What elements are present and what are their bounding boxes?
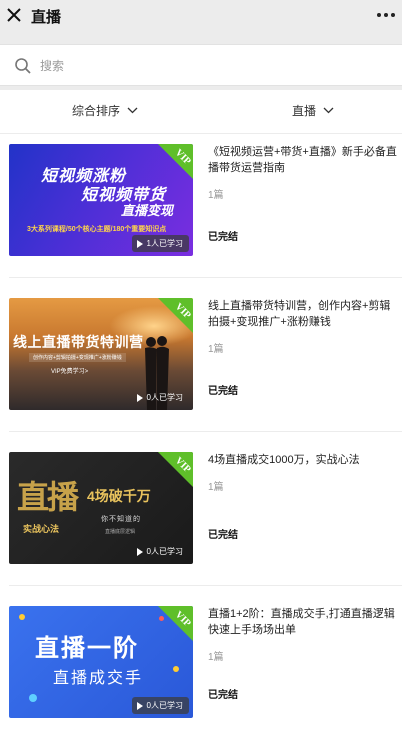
course-status: 已完结	[208, 690, 238, 701]
course-info: 线上直播带货特训营，创作内容+剪辑拍摄+变现推广+涨粉赚钱 1篇 已完结	[208, 298, 400, 410]
course-title[interactable]: 《短视频运营+带货+直播》新手必备直播带货运营指南	[208, 144, 400, 176]
learners-badge: 0人已学习	[132, 543, 189, 560]
course-title[interactable]: 4场直播成交1000万，实战心法	[208, 452, 400, 468]
course-count: 1篇	[208, 190, 224, 201]
play-icon	[136, 547, 143, 556]
course-thumbnail[interactable]: 直播 4场破千万 实战心法 你不知道的 直播底层逻辑 VIP 0人已学习	[9, 452, 193, 564]
learners-badge: 0人已学习	[131, 697, 189, 714]
sort-filter-dropdown[interactable]: 综合排序	[72, 102, 138, 119]
category-filter-dropdown[interactable]: 直播	[292, 102, 334, 119]
vip-badge: VIP	[158, 298, 193, 333]
learners-badge: 0人已学习	[132, 389, 189, 406]
learners-count: 0人已学习	[146, 393, 183, 402]
play-icon	[136, 701, 143, 710]
divider	[9, 431, 402, 432]
course-info: 4场直播成交1000万，实战心法 1篇 已完结	[208, 452, 400, 564]
sort-filter-label: 综合排序	[72, 104, 121, 118]
thumb-text: 线上直播带货特训营	[13, 334, 144, 350]
thumb-text: 直播底层逻辑	[105, 529, 136, 535]
course-item[interactable]: 直播 4场破千万 实战心法 你不知道的 直播底层逻辑 VIP 0人已学习 4场直…	[0, 452, 402, 582]
search-bar[interactable]	[0, 44, 402, 86]
course-status: 已完结	[208, 386, 238, 397]
close-icon[interactable]	[6, 6, 22, 24]
category-filter-label: 直播	[292, 104, 317, 118]
divider	[9, 277, 402, 278]
search-area	[0, 32, 402, 90]
more-options-icon[interactable]	[375, 8, 397, 22]
course-thumbnail[interactable]: 线上直播带货特训营 创作内容+剪辑拍摄+变现推广+涨粉赚钱 VIP免费学习> V…	[9, 298, 193, 410]
course-thumbnail[interactable]: 短视频涨粉 短视频带货 直播变现 3大系列课程/50个核心主题/180个重要知识…	[9, 144, 193, 256]
course-count: 1篇	[208, 344, 224, 355]
play-icon	[136, 393, 143, 402]
top-bar: 直播	[0, 0, 402, 32]
thumb-text: 直播变现	[121, 203, 174, 218]
course-info: 《短视频运营+带货+直播》新手必备直播带货运营指南 1篇 已完结	[208, 144, 400, 256]
thumb-text: 直播一阶	[35, 635, 139, 662]
thumb-text: VIP免费学习>	[51, 369, 89, 375]
course-item[interactable]: 线上直播带货特训营 创作内容+剪辑拍摄+变现推广+涨粉赚钱 VIP免费学习> V…	[0, 298, 402, 428]
chevron-down-icon	[323, 107, 334, 114]
course-item[interactable]: 短视频涨粉 短视频带货 直播变现 3大系列课程/50个核心主题/180个重要知识…	[0, 144, 402, 274]
vip-badge: VIP	[158, 452, 193, 487]
course-status: 已完结	[208, 530, 238, 541]
course-title[interactable]: 直播1+2阶：直播成交手,打通直播逻辑快速上手场场出单	[208, 606, 400, 638]
learners-count: 1人已学习	[146, 239, 183, 248]
thumb-text: 创作内容+剪辑拍摄+变现推广+涨粉赚钱	[29, 353, 126, 362]
learners-count: 0人已学习	[146, 547, 183, 556]
thumb-text: 直播成交手	[53, 670, 144, 687]
course-thumbnail[interactable]: 直播一阶 直播成交手 VIP 0人已学习	[9, 606, 193, 718]
decor-dot	[173, 666, 179, 672]
filter-bar: 综合排序 直播	[0, 90, 402, 134]
thumb-text: 实战心法	[23, 524, 60, 534]
learners-count: 0人已学习	[146, 701, 183, 710]
course-count: 1篇	[208, 482, 224, 493]
thumb-text: 3大系列课程/50个核心主题/180个重要知识点	[27, 226, 167, 233]
vip-badge: VIP	[158, 144, 193, 179]
course-item[interactable]: 直播一阶 直播成交手 VIP 0人已学习 直播1+2阶：直播成交手,打通直播逻辑…	[0, 606, 402, 736]
decor-dot	[29, 694, 37, 702]
thumb-text: 你不知道的	[101, 516, 141, 523]
learners-badge: 1人已学习	[131, 235, 189, 252]
search-input[interactable]	[40, 55, 380, 77]
divider	[9, 585, 402, 586]
play-icon	[136, 239, 143, 248]
course-count: 1篇	[208, 652, 224, 663]
search-icon	[15, 58, 31, 74]
course-info: 直播1+2阶：直播成交手,打通直播逻辑快速上手场场出单 1篇 已完结	[208, 606, 400, 718]
thumb-text: 4场破千万	[87, 488, 151, 504]
vip-badge: VIP	[158, 606, 193, 641]
course-title[interactable]: 线上直播带货特训营，创作内容+剪辑拍摄+变现推广+涨粉赚钱	[208, 298, 400, 330]
chevron-down-icon	[127, 107, 138, 114]
course-status: 已完结	[208, 232, 238, 243]
decor-dot	[19, 614, 25, 620]
thumb-text: 直播	[17, 479, 79, 515]
page-title: 直播	[31, 9, 62, 26]
